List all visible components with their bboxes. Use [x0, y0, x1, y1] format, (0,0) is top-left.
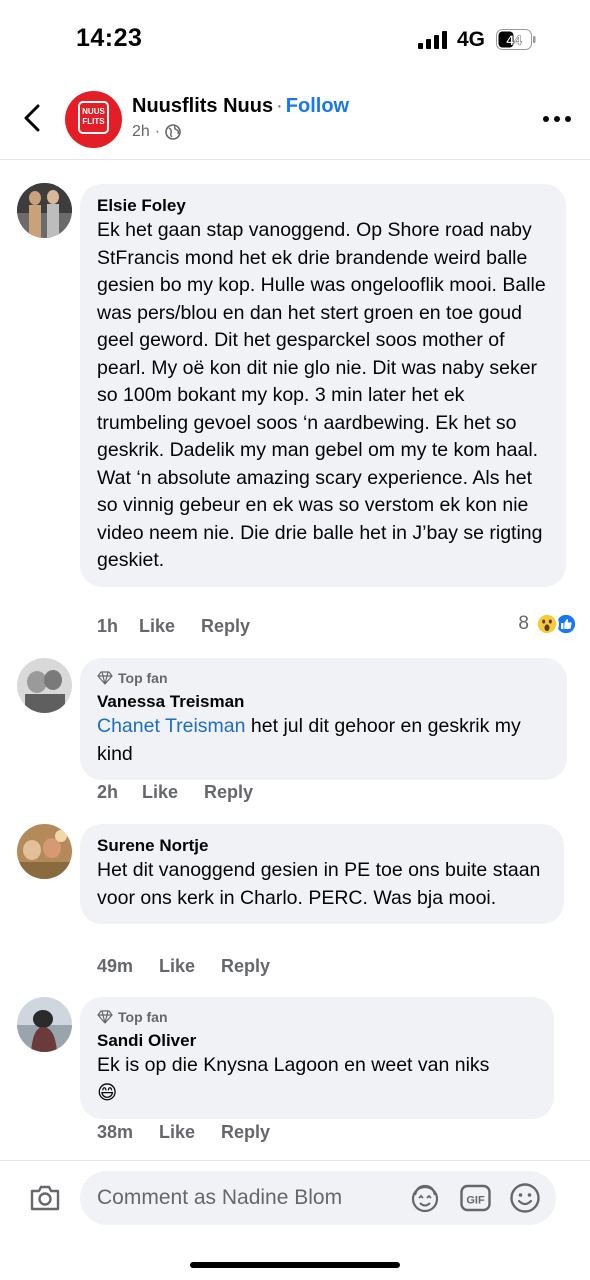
badge-label: Top fan [118, 670, 168, 686]
avatar-photo [17, 824, 72, 879]
comment-bubble: Elsie Foley Ek het gaan stap vanoggend. … [80, 184, 566, 587]
badge-label: Top fan [118, 1009, 168, 1025]
top-fan-badge: Top fan [97, 669, 551, 687]
follow-button[interactable]: Follow [286, 95, 349, 117]
comment-composer[interactable]: GIF [80, 1171, 556, 1225]
battery-level: 44 [506, 32, 522, 48]
comment-bubble: Surene Nortje Het dit vanoggend gesien i… [80, 824, 564, 924]
comment-time: 49m [97, 956, 134, 976]
comment-author[interactable]: Vanessa Treisman [97, 691, 551, 713]
diamond-icon [97, 671, 113, 685]
globe-icon [165, 124, 181, 140]
status-time: 14:23 [76, 24, 143, 52]
comment-text: Ek is op die Knysna Lagoon en weet van n… [97, 1052, 538, 1107]
status-bar: 14:23 4G 44 [0, 0, 590, 80]
emoji-icon[interactable] [509, 1182, 541, 1214]
comment-author[interactable]: Surene Nortje [97, 835, 548, 857]
like-button[interactable]: Like [139, 616, 201, 637]
post-age[interactable]: 2h [132, 123, 150, 141]
comment-author[interactable]: Elsie Foley [97, 195, 550, 217]
comment-text: Chanet Treisman het jul dit gehoor en ge… [97, 713, 551, 768]
reply-button[interactable]: Reply [221, 1122, 270, 1143]
comment-time: 1h [97, 616, 119, 636]
logo-text-bottom: FLITS [82, 117, 105, 126]
comment-text: Het dit vanoggend gesien in PE toe ons b… [97, 859, 541, 909]
comment-text: Ek het gaan stap vanoggend. Op Shore roa… [97, 219, 546, 571]
page-name-row: Nuusflits Nuus · Follow [132, 95, 349, 118]
comment-actions: 2h Like Reply [97, 782, 253, 803]
gif-icon[interactable]: GIF [460, 1184, 491, 1212]
comment-actions: 1h Like Reply [97, 616, 250, 637]
comment-time: 2h [97, 782, 119, 802]
more-options-icon[interactable] [542, 115, 572, 123]
post-meta: 2h · [132, 123, 181, 141]
like-button[interactable]: Like [142, 782, 204, 803]
comment-input[interactable] [97, 1186, 397, 1210]
comment-body: Ek is op die Knysna Lagoon en weet van n… [97, 1054, 490, 1076]
avatar-photo [17, 658, 72, 713]
page-name[interactable]: Nuusflits Nuus [132, 95, 273, 117]
signal-strength-icon [418, 31, 447, 49]
avatar-photo [17, 997, 72, 1052]
comment-actions: 38m Like Reply [97, 1122, 270, 1143]
reaction-count: 8 [518, 613, 529, 634]
avatar-sticker-icon[interactable] [409, 1183, 441, 1213]
grinning-emoji: 😄 [97, 1081, 118, 1104]
reply-button[interactable]: Reply [201, 616, 250, 637]
reaction-summary[interactable]: 8 [518, 612, 578, 636]
avatar[interactable] [17, 997, 72, 1052]
diamond-icon [97, 1010, 113, 1024]
avatar-photo [17, 183, 72, 238]
network-type: 4G [457, 28, 486, 51]
avatar[interactable] [17, 658, 72, 713]
home-indicator[interactable] [190, 1262, 400, 1268]
wow-reaction-icon [535, 612, 559, 636]
comment-bubble: Top fan Vanessa Treisman Chanet Treisman… [80, 658, 567, 780]
gif-label: GIF [466, 1195, 485, 1207]
reply-button[interactable]: Reply [221, 956, 270, 977]
like-button[interactable]: Like [159, 956, 221, 977]
composer-divider [0, 1160, 590, 1161]
comment-author[interactable]: Sandi Oliver [97, 1030, 538, 1052]
page-logo: NUUS FLITS [78, 101, 109, 134]
reply-button[interactable]: Reply [204, 782, 253, 803]
avatar[interactable] [17, 824, 72, 879]
page-avatar[interactable]: NUUS FLITS [65, 91, 122, 148]
separator-dot: · [276, 95, 283, 117]
meta-dot: · [154, 123, 161, 140]
post-header: NUUS FLITS Nuusflits Nuus · Follow 2h · [0, 80, 590, 160]
top-fan-badge: Top fan [97, 1008, 538, 1026]
camera-icon[interactable] [29, 1184, 61, 1212]
back-arrow-icon[interactable] [20, 102, 44, 134]
battery-icon: 44 [496, 29, 536, 50]
avatar[interactable] [17, 183, 72, 238]
like-button[interactable]: Like [159, 1122, 221, 1143]
mention-link[interactable]: Chanet Treisman [97, 715, 246, 737]
comment-bubble: Top fan Sandi Oliver Ek is op die Knysna… [80, 997, 554, 1119]
comment-actions: 49m Like Reply [97, 956, 270, 977]
comment-time: 38m [97, 1122, 134, 1142]
logo-text-top: NUUS [82, 107, 105, 116]
